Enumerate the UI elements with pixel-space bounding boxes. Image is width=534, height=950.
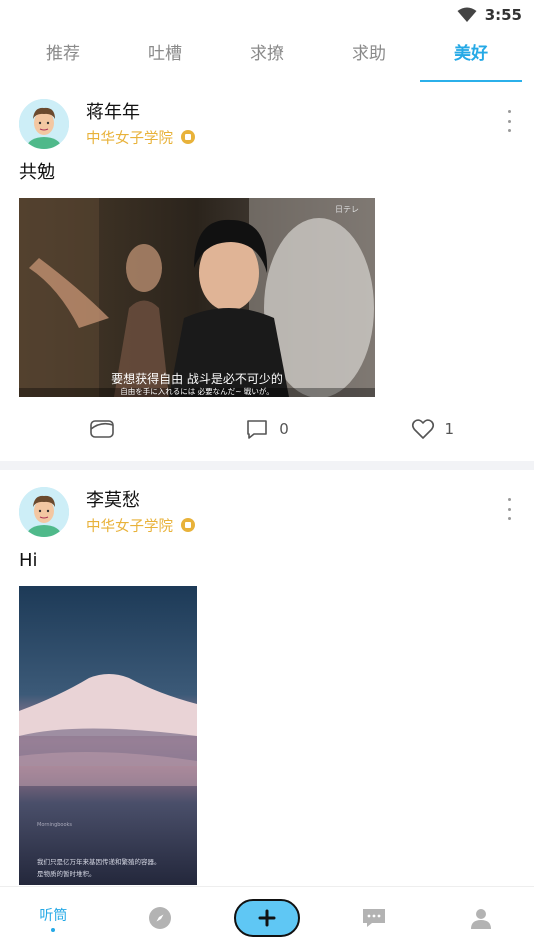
nav-profile[interactable] [427, 887, 534, 950]
wifi-icon [457, 7, 477, 22]
clock: 3:55 [484, 6, 522, 24]
post-card: 李莫愁 中华女子学院 Hi Morningbooks 我们只是亿万年来基因传递和… [0, 470, 534, 885]
more-options-icon[interactable] [506, 110, 512, 132]
chat-icon [362, 909, 385, 927]
post-image[interactable]: 要想获得自由 战斗是必不可少的 自由を手に入れるには 必要なんだ~ 戦いが。 日… [19, 198, 375, 397]
school-badge-icon [181, 518, 195, 532]
comment-count: 0 [279, 420, 289, 438]
post-header: 李莫愁 中华女子学院 [19, 486, 515, 538]
username[interactable]: 李莫愁 [86, 489, 195, 513]
image-caption-line1: 我们只是亿万年来基因传递和繁殖的容器。 [37, 857, 161, 866]
subtitle-jp: 自由を手に入れるには 必要なんだ~ 戦いが。 [120, 386, 273, 396]
image-caption-small: Morningbooks [37, 822, 72, 828]
feed[interactable]: 蒋年年 中华女子学院 共勉 要想获得自由 战斗是必不可少的 自由を手に入れるには… [0, 82, 534, 885]
post-divider [0, 461, 534, 470]
tab-flirt[interactable]: 求撩 [216, 30, 318, 82]
username[interactable]: 蒋年年 [86, 101, 195, 125]
status-bar: 3:55 [0, 0, 534, 30]
more-options-icon[interactable] [506, 498, 512, 520]
post-card: 蒋年年 中华女子学院 共勉 要想获得自由 战斗是必不可少的 自由を手に入れるには… [0, 82, 534, 461]
heart-icon [411, 419, 434, 439]
person-icon [470, 909, 491, 929]
tab-rant[interactable]: 吐槽 [114, 30, 216, 82]
add-post-button[interactable] [233, 899, 300, 937]
post-actions: 0 1 [19, 397, 515, 461]
like-button[interactable]: 1 [350, 418, 515, 440]
bottom-nav: 听筒 [0, 886, 534, 949]
post-text: 共勉 [19, 162, 55, 183]
active-indicator [51, 927, 56, 932]
compass-icon [149, 907, 172, 929]
tab-recommend[interactable]: 推荐 [12, 30, 114, 82]
share-icon [89, 420, 114, 438]
comment-icon [247, 420, 268, 439]
post-header: 蒋年年 中华女子学院 [19, 98, 515, 150]
school-badge-icon [181, 130, 195, 144]
comment-button[interactable]: 0 [184, 418, 349, 440]
post-image[interactable]: Morningbooks 我们只是亿万年来基因传递和繁殖的容器。 是物质的暂时堆… [19, 586, 197, 885]
post-text: Hi [19, 550, 38, 571]
tab-help[interactable]: 求助 [318, 30, 420, 82]
nav-messages[interactable] [320, 887, 427, 950]
like-count: 1 [444, 420, 455, 438]
school-name[interactable]: 中华女子学院 [86, 127, 173, 148]
avatar[interactable] [19, 487, 69, 537]
nav-home-label: 听筒 [39, 907, 68, 924]
avatar[interactable] [19, 99, 69, 149]
subtitle-cn: 要想获得自由 战斗是必不可少的 [111, 371, 283, 386]
nav-add[interactable] [214, 887, 321, 950]
tv-watermark: 日テレ [335, 205, 359, 214]
image-caption-line2: 是物质的暂时堆积。 [37, 869, 96, 878]
nav-home[interactable]: 听筒 [0, 887, 107, 950]
plus-icon [258, 909, 276, 927]
school-name[interactable]: 中华女子学院 [86, 515, 173, 536]
share-button[interactable] [19, 418, 184, 440]
tab-beautiful[interactable]: 美好 [420, 30, 522, 82]
nav-discover[interactable] [107, 887, 214, 950]
category-tabs: 推荐 吐槽 求撩 求助 美好 [0, 30, 534, 82]
